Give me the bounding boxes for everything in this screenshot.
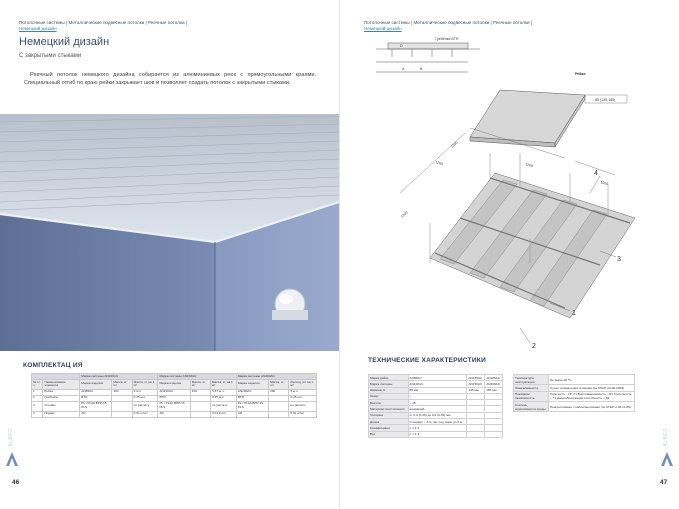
label-dim-d: D [400, 44, 403, 48]
page-subtitle: С закрытыми стыками [19, 53, 82, 59]
column-header: Марка изделия [235, 378, 270, 390]
table-cell: AR [235, 410, 270, 418]
technical-drawing: Гребёнка BTR D A B Рейка 85 (135,185) 12… [376, 37, 636, 350]
column-header: Масса, кг, шт [268, 378, 290, 390]
callout-2: 2 [532, 343, 536, 350]
intro-paragraph: Реечный потолок немецкого дизайна собира… [24, 72, 316, 86]
table-cell [111, 410, 133, 418]
label-dim-1200c: 1200 [525, 162, 534, 168]
label-dim-1200b: 1200 [450, 141, 459, 149]
page-title: Немецкий дизайн [19, 36, 110, 48]
section-title-specs: ТЕХНИЧЕСКИЕ ХАРАКТЕРИСТИКИ [368, 357, 486, 364]
table-cell: PL / PL2A BPP-15 PLS [157, 400, 191, 412]
column-header: Расход, шт на 1 м² [288, 378, 317, 390]
label-dim-b: B [420, 67, 423, 71]
column-header: № п/ п [30, 378, 44, 390]
spec-row: Вес α = 1,3 [368, 430, 503, 438]
column-header: Марка изделия [79, 378, 113, 390]
breadcrumb: Потолочные системы | Металлические подве… [364, 20, 532, 32]
callout-3: 3 [617, 256, 621, 263]
spec-value [484, 430, 503, 438]
table-cell: по расчёту [131, 400, 159, 412]
table-cell: 4 [30, 410, 44, 418]
table-cell: по расчёту [288, 400, 317, 412]
spec-value: Не выше 90 °С [547, 373, 636, 386]
spec-value: Неагрессивная, слабоагрессивная (по СНиП… [547, 401, 636, 413]
label-rail-dim: 85 (135,185) [595, 98, 615, 102]
table-cell: 0.01 кг/шт [210, 410, 237, 418]
spec-row: Степень агрессивности среды Неагрессивная… [513, 401, 636, 413]
table-cell: AR [157, 410, 191, 418]
page-number-right: 47 [660, 479, 668, 486]
table-row: 3 Угловик PL / PL2A BPP-15 PLS по расчёту PL… [30, 400, 317, 412]
brand-triangle-icon [6, 452, 18, 466]
section-title-configuration: КОМПЛЕКТАЦ ИЯ [23, 362, 83, 369]
left-page: Потолочные системы | Металлические подве… [0, 0, 339, 509]
table-cell: PL / PL2A BPP-15 PLS [235, 400, 270, 412]
side-brand-right: ALBES [663, 428, 669, 447]
column-header: Масса, кг, шт [189, 378, 212, 390]
spec-key: Температура эксплуатации [513, 373, 549, 386]
label-dim-1200d: 1200 [435, 160, 444, 166]
table-cell [189, 400, 212, 412]
brand-triangle-icon [661, 452, 673, 466]
table-cell: Угловик [42, 400, 81, 412]
column-header: Масса, кг, на 1 м² [131, 378, 159, 390]
breadcrumb-current[interactable]: Немецкий дизайн [19, 26, 187, 32]
spec-table-left: Марка рейки AN85AC AN135AC AN185AC Марка сис… [368, 373, 503, 438]
table-cell [189, 410, 212, 418]
spec-value: α = 1,3 [407, 430, 468, 438]
column-header: Масса, кг, на 1 м² [210, 378, 237, 390]
label-dim-a: A [402, 67, 405, 71]
table-cell: AR [79, 410, 113, 418]
side-brand-left: ALBES [8, 428, 14, 447]
table-cell: Подвес [42, 410, 81, 418]
table-cell [268, 410, 290, 418]
configuration-table: Марка системы AN100AC Марка системы AN15… [30, 373, 318, 418]
table-cell: 0.01 кг/шт [131, 410, 159, 418]
spec-key: Пожарная безопасность [513, 390, 549, 403]
table-cell: PL / PL2A BPP-15 PLS [79, 400, 113, 412]
label-dim-1000: 1000 [600, 180, 609, 186]
table-cell [268, 400, 290, 412]
comb-profile-drawing [376, 42, 480, 73]
label-dim-1200a: 1200 [400, 210, 409, 218]
ceiling-assembly-drawing [399, 127, 636, 319]
spec-table-right: Температура эксплуатации Не выше 90 °С Зон… [513, 373, 636, 413]
callout-1: 1 [572, 310, 576, 317]
column-header: Наименование элемента [42, 378, 81, 390]
spec-key: Вес [368, 430, 409, 438]
breadcrumb: Потолочные системы | Металлические подве… [19, 20, 187, 32]
rail-drawing [469, 89, 586, 148]
table-cell: 3 [30, 400, 44, 412]
breadcrumb-current[interactable]: Немецкий дизайн [364, 26, 532, 32]
spec-value: Горючесть – НГ, Г1 Воспламеняемость – В1… [547, 390, 636, 403]
spec-row: Температура эксплуатации Не выше 90 °С [513, 373, 636, 386]
spec-value [466, 430, 486, 438]
column-header: Масса, кг, шт [111, 378, 133, 390]
page-number-left: 46 [12, 479, 20, 486]
table-cell: по расчёту [210, 400, 237, 412]
table-cell: 0.01 кг/шт [288, 410, 317, 418]
label-comb: Гребёнка BTR [435, 37, 459, 41]
callout-4: 4 [594, 170, 598, 177]
ceiling-photo [0, 114, 339, 351]
column-header: Марка изделия [157, 378, 191, 390]
table-row: 4 Подвес AR 0.01 кг/шт AR 0.01 кг/шт AR 0.01 кг… [30, 410, 317, 418]
spec-key: Степень агрессивности среды [513, 401, 549, 413]
table-cell [111, 400, 133, 412]
spec-row: Пожарная безопасность Горючесть – НГ, Г1 … [513, 390, 636, 403]
label-rail: Рейка [575, 72, 586, 76]
